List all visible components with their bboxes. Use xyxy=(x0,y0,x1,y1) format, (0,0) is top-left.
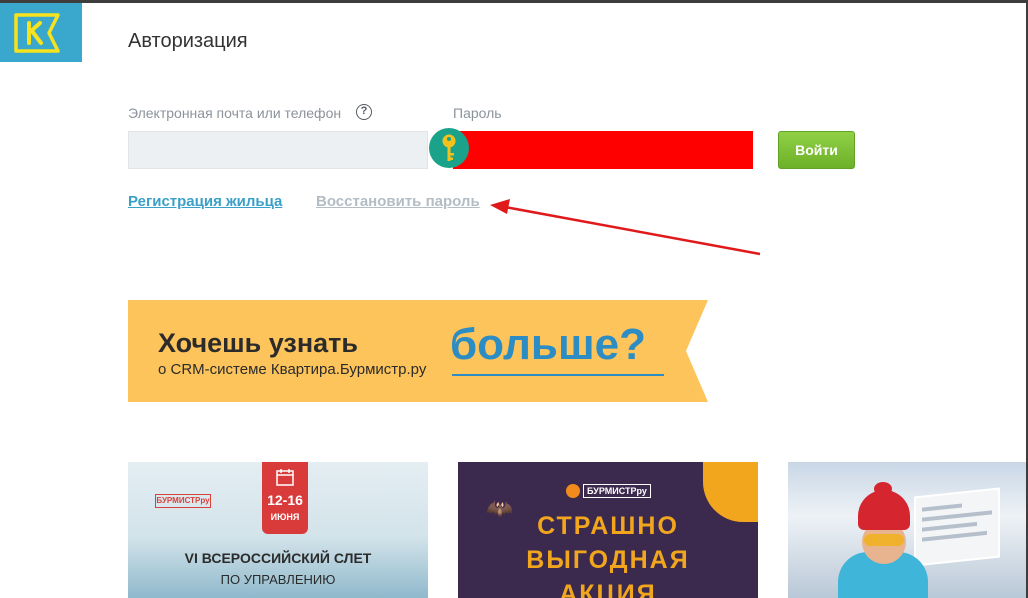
card-line-3: АКЦИЯ xyxy=(559,580,657,598)
card-line-2: ВЫГОДНАЯ xyxy=(526,546,690,574)
banner-heading: Хочешь узнать xyxy=(158,328,358,358)
banner-subtitle: о CRM-системе Квартира.Бурмистр.ру xyxy=(158,361,427,378)
event-date-badge: 12-16 ИЮНЯ xyxy=(262,462,308,534)
burmistr-logo: БУРМИСТРру xyxy=(566,484,651,500)
banner-more-link[interactable]: больше? xyxy=(450,319,646,371)
banner-more-underline xyxy=(452,374,664,376)
card-subtitle: ПО УПРАВЛЕНИЮ xyxy=(220,572,336,587)
skier-hat xyxy=(858,490,910,530)
news-card-rally[interactable]: БУРМИСТРру 12-16 ИЮНЯ VI ВСЕРОССИЙСКИЙ С… xyxy=(128,462,428,598)
pumpkin-icon xyxy=(566,484,580,498)
calendar-icon xyxy=(276,469,294,486)
news-card-halloween[interactable]: 🦇 БУРМИСТРру СТРАШНО ВЫГОДНАЯ АКЦИЯ xyxy=(458,462,758,598)
card-line-1: СТРАШНО xyxy=(537,512,679,540)
crm-promo-banner[interactable]: Хочешь узнать о CRM-системе Квартира.Бур… xyxy=(128,300,708,402)
card-title: VI ВСЕРОССИЙСКИЙ СЛЕТ xyxy=(184,550,372,566)
burmistr-logo: БУРМИСТРру xyxy=(155,494,211,508)
presentation-screen-image xyxy=(914,487,1000,567)
event-month: ИЮНЯ xyxy=(270,512,300,522)
page: Авторизация Электронная почта или телефо… xyxy=(0,0,1028,598)
news-card-skier[interactable] xyxy=(788,462,1026,598)
event-days: 12-16 xyxy=(267,492,303,508)
ski-goggles xyxy=(864,534,904,546)
hat-pompom xyxy=(874,482,892,496)
